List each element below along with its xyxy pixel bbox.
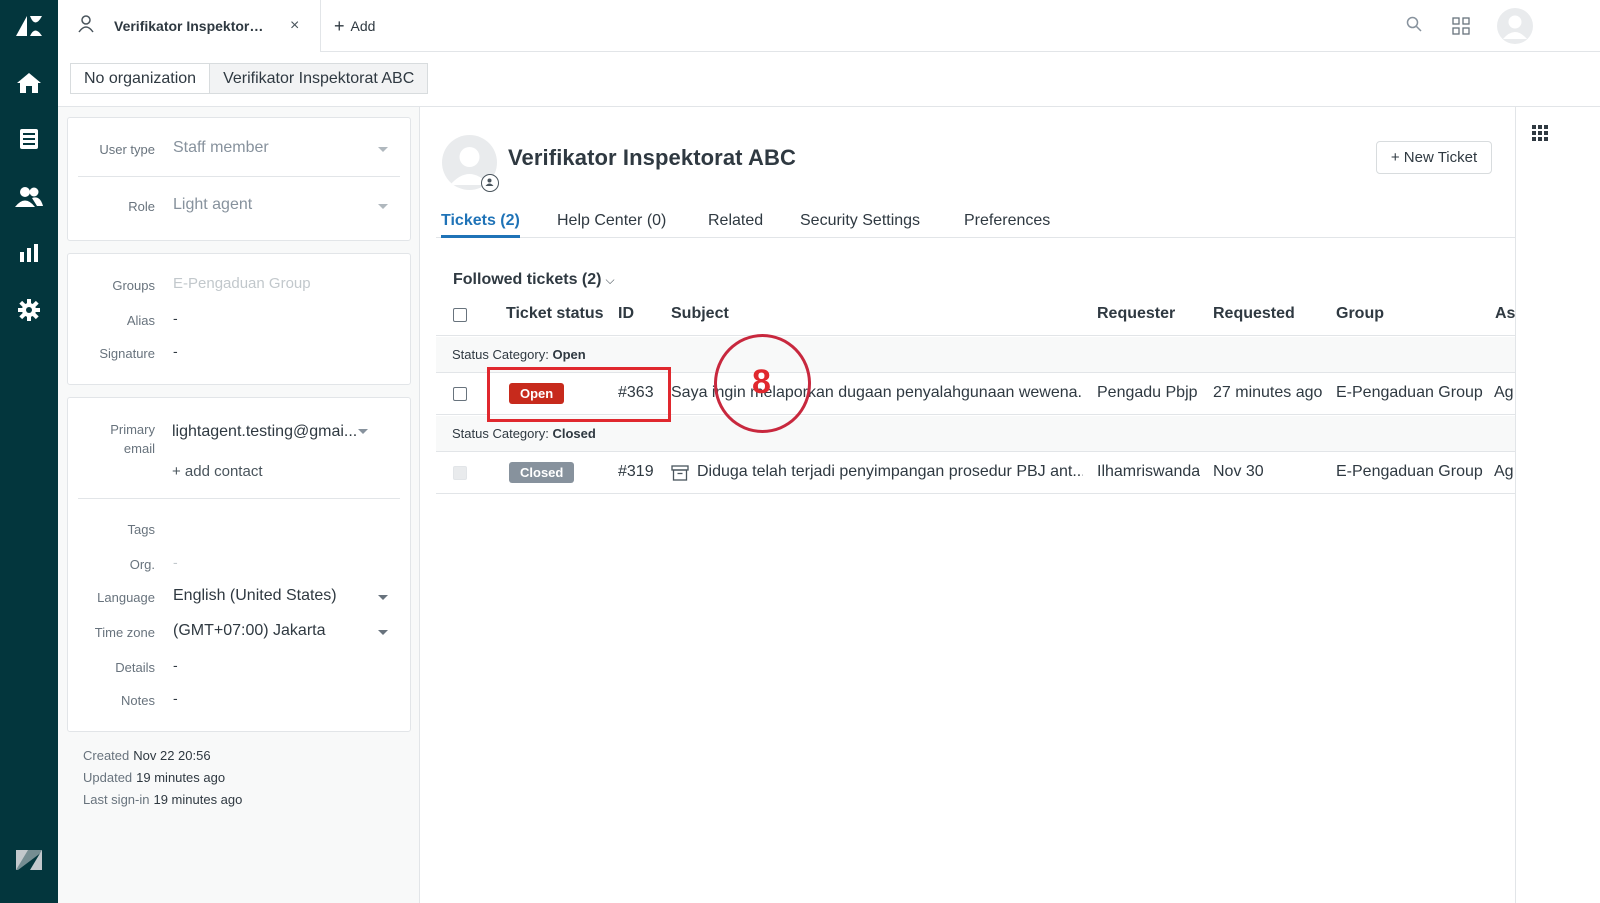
chevron-down-icon bbox=[378, 147, 388, 152]
ticket-assignee: Ag bbox=[1494, 384, 1514, 401]
ticket-id[interactable]: #319 bbox=[618, 463, 654, 481]
user-properties-panel: User type Staff member Role Light agent … bbox=[58, 107, 420, 903]
col-assignee[interactable]: As bbox=[1495, 305, 1515, 323]
primary-email-field[interactable]: Primary email lightagent.testing@gmai... bbox=[68, 420, 412, 460]
chevron-down-icon[interactable] bbox=[358, 429, 368, 434]
table-header: Ticket status ID Subject Requester Reque… bbox=[436, 297, 1515, 336]
user-tabs: Tickets (2) Help Center (0) Related Secu… bbox=[436, 212, 1515, 238]
ticket-requested: Nov 30 bbox=[1213, 463, 1264, 480]
last-signin-meta: Last sign-in 19 minutes ago bbox=[83, 792, 243, 807]
home-icon[interactable] bbox=[0, 70, 58, 96]
ticket-requester[interactable]: Pengadu Pbjp bbox=[1097, 384, 1198, 402]
time-zone-field[interactable]: Time zone (GMT+07:00) Jakarta bbox=[68, 621, 412, 645]
top-bar: Verifikator Inspektorat ABC × + Add bbox=[58, 0, 1600, 52]
language-field[interactable]: Language English (United States) bbox=[68, 586, 412, 610]
updated-meta: Updated 19 minutes ago bbox=[83, 770, 226, 785]
tab-tickets[interactable]: Tickets (2) bbox=[441, 212, 520, 238]
zendesk-icon[interactable] bbox=[0, 846, 58, 874]
groups-card: Groups E-Pengaduan Group Alias - Signatu… bbox=[67, 253, 411, 385]
search-icon[interactable] bbox=[1406, 16, 1422, 37]
person-icon bbox=[78, 14, 94, 38]
chevron-down-icon bbox=[378, 204, 388, 209]
signature-field[interactable]: Signature - bbox=[68, 342, 412, 366]
breadcrumb: No organization Verifikator Inspektorat … bbox=[70, 63, 429, 94]
annotation-highlight-box bbox=[487, 367, 671, 422]
tab-help-center[interactable]: Help Center (0) bbox=[557, 212, 666, 238]
contact-card: Primary email lightagent.testing@gmai...… bbox=[67, 397, 411, 732]
groups-field[interactable]: Groups E-Pengaduan Group bbox=[68, 274, 412, 298]
user-role-badge-icon bbox=[481, 174, 499, 192]
main-content: Verifikator Inspektorat ABC + New Ticket… bbox=[420, 107, 1515, 903]
breadcrumb-organization[interactable]: No organization bbox=[70, 63, 211, 94]
new-ticket-button[interactable]: + New Ticket bbox=[1376, 141, 1492, 174]
tags-field[interactable]: Tags bbox=[68, 518, 412, 542]
notes-field[interactable]: Notes - bbox=[68, 689, 412, 713]
admin-icon[interactable] bbox=[0, 298, 58, 322]
role-field[interactable]: Role Light agent bbox=[68, 195, 412, 219]
breadcrumb-user[interactable]: Verifikator Inspektorat ABC bbox=[210, 63, 429, 94]
org-field[interactable]: Org. - bbox=[68, 553, 412, 577]
ticket-assignee: Ag bbox=[1494, 463, 1514, 480]
profile-avatar-icon[interactable] bbox=[1497, 8, 1533, 49]
apps-sidebar bbox=[1515, 107, 1600, 903]
user-name-title: Verifikator Inspektorat ABC bbox=[508, 145, 796, 170]
add-button[interactable]: + Add bbox=[334, 0, 375, 52]
ticket-subject[interactable]: Diduga telah terjadi penyimpangan prosed… bbox=[697, 463, 1083, 481]
tab-preferences[interactable]: Preferences bbox=[964, 212, 1050, 238]
tab-related[interactable]: Related bbox=[708, 212, 763, 238]
ticket-requested: 27 minutes ago bbox=[1213, 384, 1323, 401]
alias-field[interactable]: Alias - bbox=[68, 309, 412, 333]
col-requested[interactable]: Requested bbox=[1213, 305, 1295, 323]
close-icon[interactable]: × bbox=[290, 17, 299, 35]
add-label: Add bbox=[350, 18, 376, 34]
ticket-group: E-Pengaduan Group bbox=[1336, 384, 1483, 401]
col-subject[interactable]: Subject bbox=[671, 305, 729, 323]
user-tab[interactable]: Verifikator Inspektorat ABC × bbox=[58, 0, 321, 52]
created-meta: Created Nov 22 20:56 bbox=[83, 748, 211, 763]
chevron-down-icon bbox=[378, 630, 388, 635]
archive-icon bbox=[671, 465, 689, 486]
row-checkbox bbox=[453, 466, 467, 480]
logo-icon[interactable] bbox=[0, 10, 58, 40]
ticket-requester[interactable]: Ilhamriswanda bbox=[1097, 463, 1200, 481]
tab-security-settings[interactable]: Security Settings bbox=[800, 212, 920, 238]
tab-title: Verifikator Inspektorat ABC bbox=[114, 18, 270, 34]
role-card: User type Staff member Role Light agent bbox=[67, 117, 411, 241]
ticket-group: E-Pengaduan Group bbox=[1336, 463, 1483, 480]
col-requester[interactable]: Requester bbox=[1097, 305, 1175, 323]
followed-tickets-dropdown[interactable]: Followed tickets (2) ⌵ bbox=[453, 271, 615, 289]
details-field[interactable]: Details - bbox=[68, 656, 412, 680]
col-group[interactable]: Group bbox=[1336, 305, 1384, 323]
col-id[interactable]: ID bbox=[618, 305, 634, 323]
table-row[interactable]: Closed #319 Diduga telah terjadi penyimp… bbox=[436, 452, 1515, 494]
views-icon[interactable] bbox=[0, 127, 58, 151]
col-ticket-status[interactable]: Ticket status bbox=[506, 305, 604, 323]
nav-rail bbox=[0, 0, 58, 903]
select-all-checkbox[interactable] bbox=[453, 308, 467, 322]
plus-icon: + bbox=[334, 15, 345, 36]
reporting-icon[interactable] bbox=[0, 242, 58, 264]
chevron-down-icon bbox=[378, 595, 388, 600]
add-contact-link[interactable]: + add contact bbox=[68, 462, 412, 486]
customers-icon[interactable] bbox=[0, 185, 58, 209]
status-badge: Closed bbox=[509, 462, 575, 483]
user-type-field[interactable]: User type Staff member bbox=[68, 138, 412, 162]
apps-grid-icon[interactable] bbox=[1532, 125, 1548, 146]
apps-grid-icon[interactable] bbox=[1452, 17, 1470, 40]
row-checkbox[interactable] bbox=[453, 387, 467, 401]
annotation-step-number: 8 bbox=[752, 363, 771, 401]
chevron-down-icon: ⌵ bbox=[605, 273, 615, 287]
